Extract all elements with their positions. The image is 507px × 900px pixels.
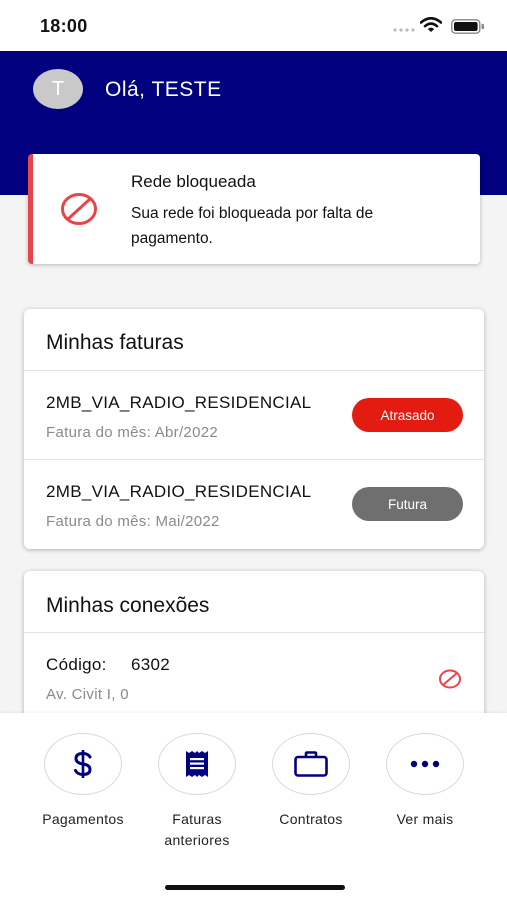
action-circle[interactable] [158,733,236,795]
connection-code: 6302 [131,655,171,674]
divider [24,632,484,633]
dollar-icon [74,750,92,778]
connection-code-label: Código: [46,655,107,674]
action-label: Ver mais [396,811,454,827]
battery-icon [451,19,484,34]
action-circle[interactable] [386,733,464,795]
signal-icon [393,28,415,32]
blocked-icon [439,669,461,689]
divider [24,459,484,460]
greeting-text: Olá, TESTE [105,78,222,101]
invoice-plan: 2MB_VIA_RADIO_RESIDENCIAL [46,393,312,412]
blocked-network-alert: Rede bloqueada Sua rede foi bloqueada po… [28,154,480,264]
action-more[interactable]: Ver mais [370,733,480,830]
divider [24,370,484,371]
action-label: Faturas anteriores [164,811,230,848]
alert-title: Rede bloqueada [131,172,256,191]
status-time: 18:00 [40,16,88,36]
action-circle[interactable] [44,733,122,795]
blocked-icon [61,193,97,225]
status-badge-label: Atrasado [380,407,435,423]
action-label: Contratos [279,811,343,827]
more-icon [410,760,440,768]
invoice-period: Fatura do mês: Abr/2022 [46,424,218,441]
action-previous-invoices[interactable]: Faturas anteriores [142,733,252,851]
status-bar: 18:00 [0,0,507,51]
status-badge-late: Atrasado [352,398,463,432]
avatar[interactable]: T [33,69,83,109]
connections-title: Minhas conexões [46,594,210,617]
receipt-icon [186,751,208,777]
alert-message: Sua rede foi bloqueada por falta de paga… [131,205,374,247]
action-contracts[interactable]: Contratos [256,733,366,830]
invoice-period: Fatura do mês: Mai/2022 [46,513,220,530]
invoice-plan: 2MB_VIA_RADIO_RESIDENCIAL [46,482,312,501]
invoices-title: Minhas faturas [46,331,184,354]
action-circle[interactable] [272,733,350,795]
avatar-initial: T [51,77,65,100]
briefcase-icon [294,751,328,777]
home-indicator[interactable] [165,885,345,890]
action-label: Pagamentos [42,811,124,827]
status-badge-future: Futura [352,487,463,521]
invoices-card: Minhas faturas 2MB_VIA_RADIO_RESIDENCIAL… [24,309,484,549]
action-payments[interactable]: Pagamentos [28,733,138,830]
status-badge-label: Futura [387,496,428,512]
connection-address: Av. Civit I, 0 [46,686,129,703]
bottom-action-bar: Pagamentos Faturas anteriores Contratos [0,713,507,900]
wifi-icon [420,17,442,32]
